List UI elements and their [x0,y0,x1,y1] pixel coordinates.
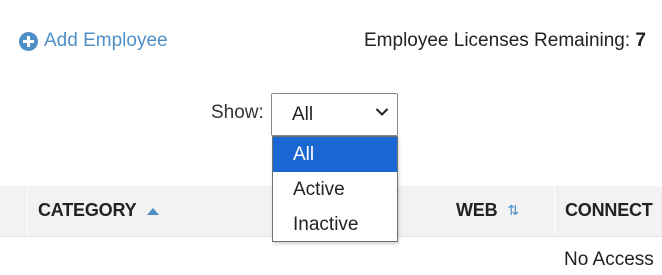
show-filter-dropdown: All Active Inactive [272,136,398,242]
column-header-web[interactable]: WEB ⇅ [456,200,519,221]
column-header-category[interactable]: CATEGORY [38,200,160,221]
plus-circle-icon [19,31,38,51]
column-header-connect-label: CONNECT [565,200,653,220]
show-filter-value: All [292,104,314,125]
column-separator [554,186,555,236]
show-filter-label: Show: [211,102,264,123]
table-cell-connect: No Access [564,249,654,270]
chevron-down-icon [375,108,389,116]
column-header-connect[interactable]: CONNECT [565,200,662,221]
sort-ascending-icon [147,207,160,215]
option-inactive[interactable]: Inactive [273,207,397,242]
add-employee-button[interactable]: Add Employee [19,29,168,53]
option-all[interactable]: All [273,137,397,172]
licenses-label: Employee Licenses Remaining: [364,30,631,51]
column-separator [27,186,28,236]
add-employee-label: Add Employee [44,30,168,51]
option-active[interactable]: Active [273,172,397,207]
column-header-web-label: WEB [456,200,498,220]
show-filter-select[interactable]: All [271,93,398,136]
column-header-category-label: CATEGORY [38,200,137,220]
licenses-remaining: Employee Licenses Remaining: 7 [364,30,646,52]
licenses-count: 7 [635,30,646,51]
sort-arrows-icon: ⇅ [507,202,519,218]
